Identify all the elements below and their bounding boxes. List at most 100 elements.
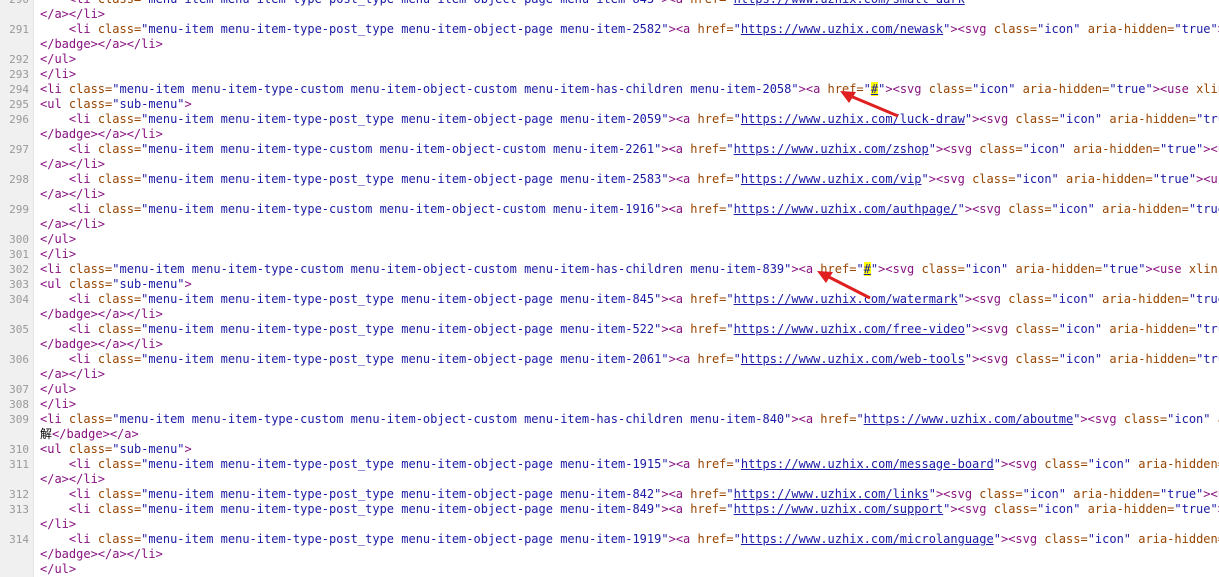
code-token: " <box>856 262 863 276</box>
code-token: > <box>965 292 972 306</box>
code-token: <li <box>40 412 62 426</box>
code-token: class= <box>914 262 965 276</box>
code-line: 297 <li class="menu-item menu-item-type-… <box>0 142 1219 157</box>
line-number: 308 <box>0 397 34 412</box>
href-link[interactable]: https://www.uzhix.com/newask <box>741 22 943 36</box>
code-token: "menu-item menu-item-type-custom menu-it… <box>112 412 791 426</box>
code-token: <a <box>669 292 683 306</box>
code-line: </badge></a></li> <box>0 37 1219 52</box>
code-token <box>40 487 69 501</box>
href-link[interactable]: https://www.uzhix.com/web-tools <box>741 352 965 366</box>
code-token: " <box>726 202 733 216</box>
code-token: aria-hidden= <box>1059 172 1153 186</box>
code-token: <li <box>40 262 62 276</box>
code-token: "sub-menu" <box>112 277 184 291</box>
code-text: <li class="menu-item menu-item-type-cust… <box>34 82 1219 97</box>
line-number <box>0 367 34 382</box>
code-token: aria-hidden= <box>1102 352 1196 366</box>
code-token: <svg <box>979 112 1008 126</box>
code-token: </ul> <box>40 52 76 66</box>
code-token: > <box>1203 487 1210 501</box>
code-token: aria-hidden= <box>1131 457 1219 471</box>
href-link[interactable]: https://www.uzhix.com/message-board <box>741 457 994 471</box>
line-number <box>0 127 34 142</box>
code-token: class= <box>1117 412 1168 426</box>
code-token: class= <box>62 97 113 111</box>
code-token: href= <box>683 0 726 6</box>
code-token: " <box>929 487 936 501</box>
href-link[interactable]: https://www.uzhix.com/small-dark <box>734 0 965 6</box>
code-token: <li <box>69 292 91 306</box>
code-token: <li <box>69 202 91 216</box>
code-token: aria-hidden= <box>1066 142 1160 156</box>
href-link[interactable]: https://www.uzhix.com/aboutme <box>864 412 1074 426</box>
code-token: > <box>661 0 668 6</box>
href-link[interactable]: https://www.uzhix.com/free-video <box>734 322 965 336</box>
code-text: <li class="menu-item menu-item-type-post… <box>34 457 1219 472</box>
code-token: "icon" <box>1015 172 1058 186</box>
code-text: </li> <box>34 517 1219 532</box>
code-token: class= <box>987 22 1038 36</box>
code-token: <svg <box>972 292 1001 306</box>
code-token: " <box>856 412 863 426</box>
code-token: "icon" <box>1059 352 1102 366</box>
href-link[interactable]: https://www.uzhix.com/support <box>734 502 944 516</box>
href-link[interactable]: https://www.uzhix.com/zshop <box>734 142 929 156</box>
code-token: class= <box>1008 322 1059 336</box>
href-link[interactable]: https://www.uzhix.com/watermark <box>734 292 958 306</box>
code-token: "true" <box>1160 487 1203 501</box>
code-token: <a <box>676 22 690 36</box>
code-token: "menu-item menu-item-type-post_type menu… <box>141 172 668 186</box>
code-text: </badge></a></li> <box>34 307 1219 322</box>
code-token: "icon" <box>1059 322 1102 336</box>
code-token: "icon" <box>1037 502 1080 516</box>
code-token: </a></li> <box>40 157 105 171</box>
code-token: <a <box>676 457 690 471</box>
line-number <box>0 217 34 232</box>
href-link[interactable]: https://www.uzhix.com/vip <box>741 172 922 186</box>
code-token <box>40 172 69 186</box>
code-token: class= <box>91 0 142 6</box>
code-token: </a></li> <box>40 472 105 486</box>
code-token: class= <box>972 142 1023 156</box>
code-token: <li <box>69 142 91 156</box>
href-link[interactable]: https://www.uzhix.com/luck-draw <box>741 112 965 126</box>
code-token: " <box>734 112 741 126</box>
code-token: xlink:href <box>1189 82 1219 96</box>
code-token: <svg <box>1008 532 1037 546</box>
code-token: > <box>669 457 676 471</box>
code-token: "icon" <box>1023 142 1066 156</box>
code-token: <a <box>669 502 683 516</box>
code-token: class= <box>1037 532 1088 546</box>
code-line: </a></li> <box>0 7 1219 22</box>
line-number: 304 <box>0 292 34 307</box>
code-token: </li> <box>40 247 76 261</box>
code-token: "true" <box>1102 262 1145 276</box>
line-number <box>0 427 34 442</box>
code-token: "icon" <box>965 262 1008 276</box>
code-token: " <box>965 0 972 6</box>
line-number: 291 <box>0 22 34 37</box>
code-token: href= <box>683 322 726 336</box>
line-number <box>0 187 34 202</box>
code-token: class= <box>91 487 142 501</box>
code-text: </ul> <box>34 52 1219 67</box>
line-number: 297 <box>0 142 34 157</box>
href-link[interactable]: https://www.uzhix.com/microlanguage <box>741 532 994 546</box>
code-token: > <box>791 262 798 276</box>
code-token: href= <box>683 142 726 156</box>
code-token: "true" <box>1153 172 1196 186</box>
href-link[interactable]: https://www.uzhix.com/links <box>734 487 929 501</box>
code-text: </li> <box>34 247 1219 262</box>
code-token: > <box>1080 412 1087 426</box>
code-token: class= <box>1001 202 1052 216</box>
href-link[interactable]: # <box>864 262 871 276</box>
code-token: "icon" <box>972 82 1015 96</box>
code-token: "menu-item menu-item-type-custom menu-it… <box>112 82 798 96</box>
href-link[interactable]: https://www.uzhix.com/authpage/ <box>734 202 958 216</box>
code-text: <li class="menu-item menu-item-type-cust… <box>34 202 1219 217</box>
code-line: 303<ul class="sub-menu"> <box>0 277 1219 292</box>
code-line: </badge></a></li> <box>0 337 1219 352</box>
code-token: " <box>734 532 741 546</box>
code-token: > <box>799 82 806 96</box>
